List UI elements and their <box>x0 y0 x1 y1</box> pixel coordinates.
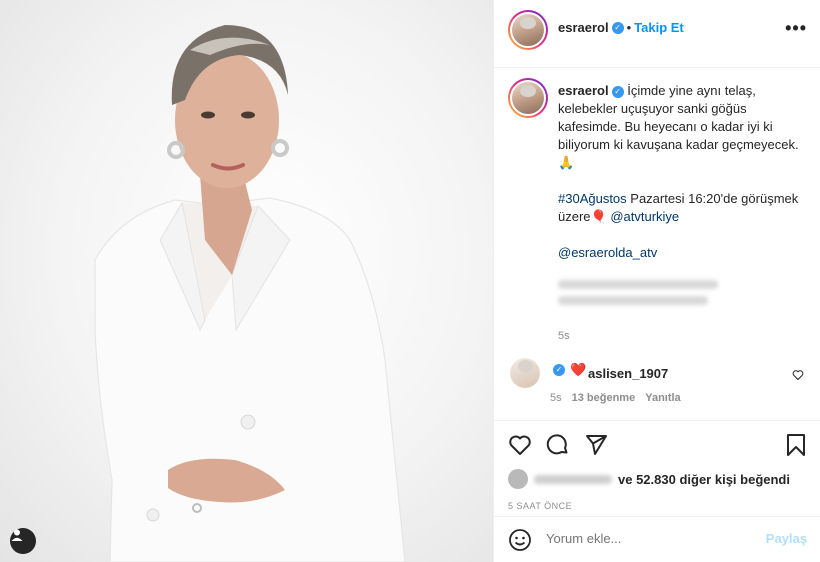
comment-avatar[interactable] <box>510 358 540 388</box>
comment-like-icon[interactable] <box>792 368 804 386</box>
comment-composer: Paylaş <box>494 516 820 562</box>
likes-text: diğer kişi beğendi <box>675 471 790 487</box>
post-side-panel: esraerol ✓ • Takip Et ••• esraerol ✓ İçim… <box>493 0 820 562</box>
likes-count: 52.830 <box>636 471 676 487</box>
user-tag-icon[interactable] <box>10 528 36 554</box>
portrait-image <box>94 25 406 562</box>
more-icon[interactable]: ••• <box>785 18 807 39</box>
post-header: esraerol ✓ • Takip Et ••• <box>494 0 820 68</box>
comment-text: ❤️ <box>570 362 587 377</box>
heart-icon[interactable] <box>508 433 532 457</box>
verified-icon: ✓ <box>553 364 565 376</box>
post-caption: esraerol ✓ İçimde yine aynı telaş, kelebe… <box>558 82 808 345</box>
follow-button[interactable]: Takip Et <box>634 20 684 35</box>
caption-time: 5s <box>558 330 570 342</box>
comment-input[interactable] <box>546 531 746 546</box>
header-username[interactable]: esraerol <box>558 20 609 35</box>
post-actions: ve 52.830 diğer kişi beğendi 5 SAAT ÖNCE <box>494 420 820 515</box>
liker-name-blurred <box>534 474 612 484</box>
caption-username[interactable]: esraerol <box>558 83 609 98</box>
smile-icon[interactable] <box>508 528 532 552</box>
reply-button[interactable]: Yanıtla <box>645 392 680 404</box>
bookmark-icon[interactable] <box>785 433 807 462</box>
comment-icon[interactable] <box>546 433 570 457</box>
author-avatar[interactable] <box>508 10 548 50</box>
mention-link-2[interactable]: @esraerolda_atv <box>558 245 657 260</box>
post-modal: esraerol ✓ • Takip Et ••• esraerol ✓ İçim… <box>0 0 820 562</box>
post-time-ago[interactable]: 5 SAAT ÖNCE <box>508 501 572 511</box>
verified-icon: ✓ <box>611 21 624 34</box>
header-user-row: esraerol ✓ • Takip Et <box>558 20 684 35</box>
caption-avatar[interactable] <box>508 78 548 118</box>
share-icon[interactable] <box>584 433 608 457</box>
comment-likes[interactable]: 13 beğenme <box>572 392 636 404</box>
verified-icon: ✓ <box>611 85 624 98</box>
post-comment-button[interactable]: Paylaş <box>766 531 807 546</box>
likes-summary[interactable]: ve 52.830 diğer kişi beğendi <box>508 469 790 489</box>
comment-username[interactable]: aslisen_1907 <box>588 366 668 381</box>
post-photo[interactable] <box>0 0 493 562</box>
comment-meta: 5s 13 beğenme Yanıtla <box>550 392 681 404</box>
blurred-text <box>558 280 808 305</box>
header-separator: • <box>626 20 632 35</box>
mention-link[interactable]: @atvturkiye <box>610 209 679 224</box>
comment-time: 5s <box>550 392 562 404</box>
liker-avatar <box>508 469 528 489</box>
hashtag-link[interactable]: #30Ağustos <box>558 191 627 206</box>
